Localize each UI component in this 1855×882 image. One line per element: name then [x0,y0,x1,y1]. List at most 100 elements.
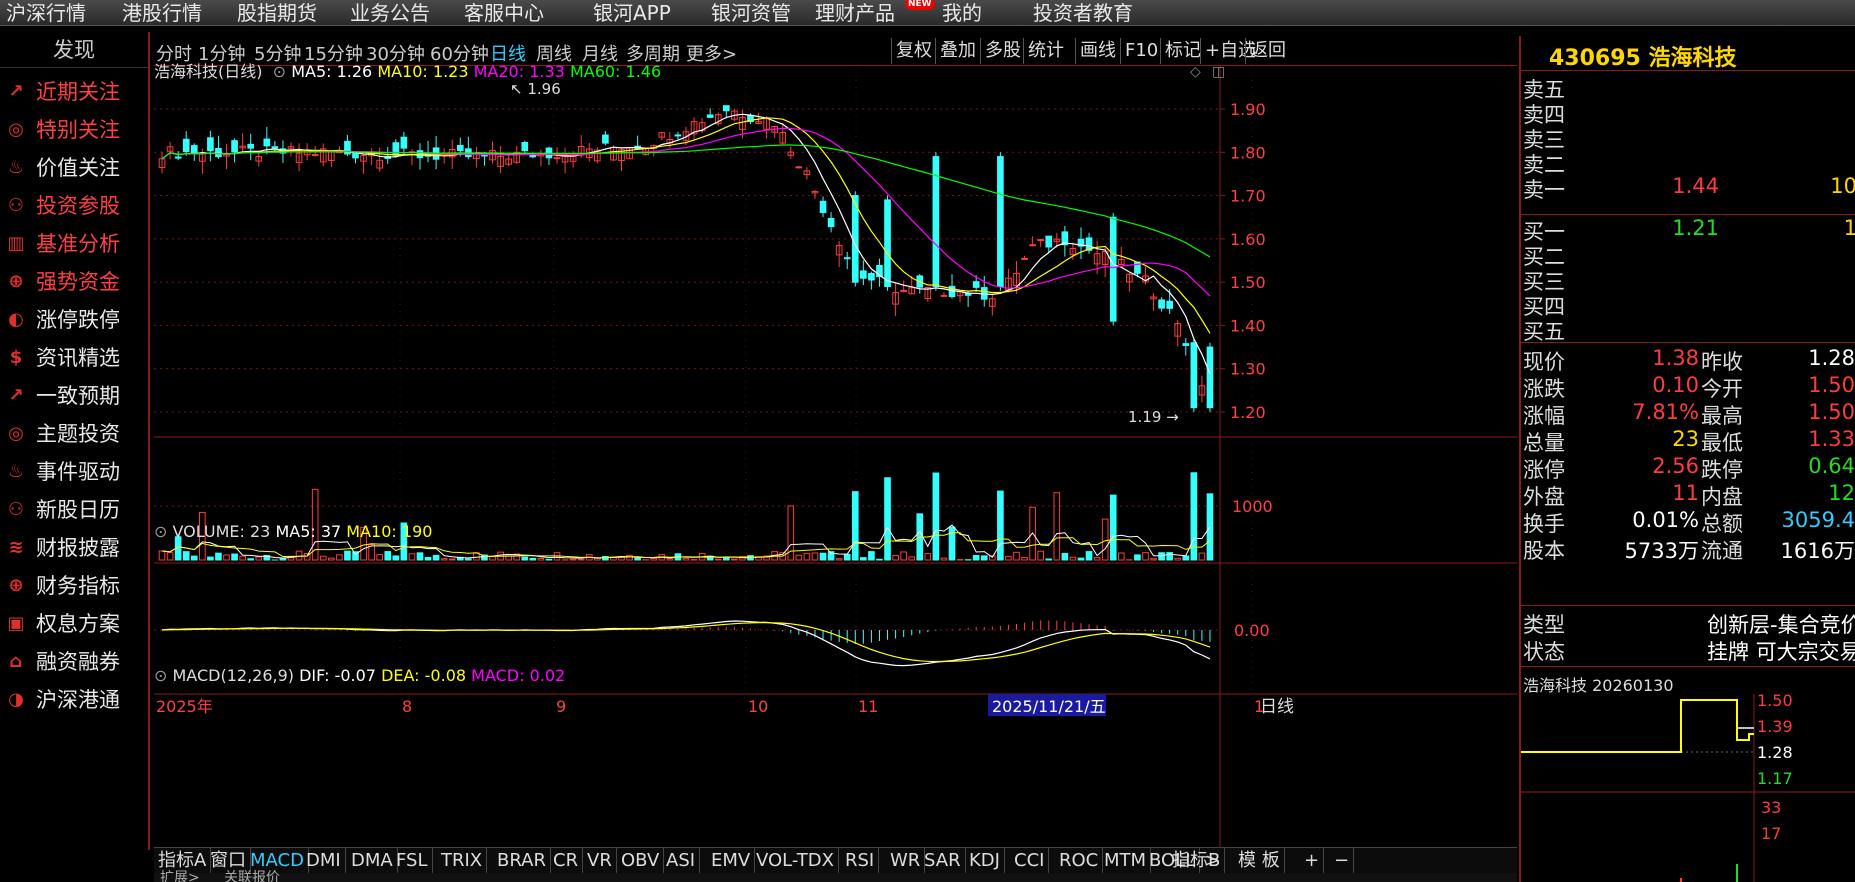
diamond-icon[interactable]: ◇ [1190,64,1201,80]
period-tab-10[interactable]: 更多> [686,40,737,66]
indicator-tab-6[interactable]: TRIX [437,848,488,874]
sidebar-item-6[interactable]: ◐ 涨停跌停 [0,300,150,340]
indicator-tab-25[interactable]: + [1300,848,1325,874]
sidebar-item-14[interactable]: ▣ 权息方案 [0,604,150,644]
indicator-tab-18[interactable]: CCI [1010,848,1050,874]
macd-settings-icon[interactable]: ⊙ [154,666,167,685]
volume-settings-icon[interactable]: ⊙ [154,522,167,541]
volume-bar [1021,557,1028,561]
intraday-mini-chart[interactable]: 1.50 1.39 1.28 1.17 33 17 [1521,664,1855,882]
sidebar-item-7[interactable]: $ 资讯精选 [0,338,150,378]
kline-chart-svg[interactable]: 1.90 1.80 1.70 1.60 1.50 1.40 1.30 1.20 1000 0.00… [154,64,1517,850]
top-menu-8[interactable]: 我的 [942,0,982,26]
panel-toggle-icon[interactable]: ◫ [1212,64,1225,80]
sidebar-item-9[interactable]: ◎ 主题投资 [0,414,150,454]
indicator-tab-14[interactable]: RSI [841,848,880,874]
stat-label-left: 股本 [1523,539,1565,563]
top-menu-3[interactable]: 业务公告 [350,0,430,26]
top-menu-9[interactable]: 投资者教育 [1033,0,1133,26]
volume-bar [1037,550,1045,561]
top-menu-1[interactable]: 港股行情 [122,0,202,26]
extend-tab[interactable]: 扩展> [160,867,200,882]
volume-bar [835,558,843,561]
volume-bar [1077,557,1085,561]
indicator-tab-20[interactable]: MTM [1100,848,1152,874]
sidebar-item-label: 财报披露 [36,536,120,560]
indicator-tab-5[interactable]: FSL [392,848,433,874]
sidebar-item-16[interactable]: ◑ 沪深港通 [0,680,150,720]
sidebar-item-1[interactable]: ◎ 特别关注 [0,110,150,150]
main-chart-legend: 浩海科技(日线) ⊙ MA5: 1.26 MA10: 1.23 MA20: 1.… [154,58,661,82]
sidebar-item-3[interactable]: ⚇ 投资参股 [0,186,150,226]
ask-row-4: 卖四 [1521,99,1855,127]
indicator-tab-10[interactable]: OBV [617,848,665,874]
indicator-tab-23[interactable]: 指标B [1168,848,1226,874]
sidebar-item-5[interactable]: ⊕ 强势资金 [0,262,150,302]
top-menu-6[interactable]: 银河资管 [711,0,791,26]
legend-settings-icon[interactable]: ⊙ [268,62,286,81]
toolbar-btn-6[interactable]: 标记 [1160,38,1205,64]
price-tick-label: 1.30 [1230,360,1266,379]
volume-bar [432,554,440,561]
toolbar-btn-2[interactable]: 多股 [980,38,1025,64]
indicator-tab-7[interactable]: BRAR [493,848,551,874]
volume-bar [948,526,956,561]
mini-price-label: 1.28 [1757,743,1793,762]
indicator-tab-9[interactable]: VR [583,848,617,874]
indicator-tab-24[interactable]: 模 板 [1234,848,1285,874]
indicator-tab-4[interactable]: DMA [347,848,398,874]
indicator-tab-13[interactable]: VOL-TDX [752,848,839,874]
sidebar-item-11[interactable]: ⚇ 新股日历 [0,490,150,530]
indicator-tab-26[interactable]: − [1330,848,1355,874]
sidebar-item-15[interactable]: ⌂ 融资融券 [0,642,150,682]
indicator-tab-17[interactable]: KDJ [965,848,1005,874]
macd-label: MACD(12,26,9) [172,666,295,685]
ma5-legend: MA5: 1.26 [291,62,373,81]
top-menu-4[interactable]: 客服中心 [464,0,544,26]
toolbar-btn-5[interactable]: F10 [1120,38,1162,64]
price-tick-label: 1.70 [1230,187,1266,206]
price-tick-label: 1.20 [1230,403,1266,422]
sidebar-item-0[interactable]: ↗ 近期关注 [0,72,150,112]
stat-row-6: 换手 0.01% 总额 3059.4 [1521,508,1855,536]
stat-row-1: 涨跌 0.10 今开 1.50 [1521,373,1855,401]
volume-bar [1069,556,1077,561]
sidebar-item-13[interactable]: ⊕ 财务指标 [0,566,150,606]
toolbar-btn-8[interactable]: 返回 [1245,38,1290,64]
sidebar-item-label: 财务指标 [36,574,120,598]
top-menu-2[interactable]: 股指期货 [237,0,317,26]
toolbar-btn-4[interactable]: 画线 [1075,38,1120,64]
ask-row-1: 卖一 1.44 10 [1521,174,1855,202]
toolbar-btn-1[interactable]: 叠加 [935,38,980,64]
toolbar-btn-3[interactable]: 统计 [1023,38,1068,64]
sidebar-item-12[interactable]: ≋ 财报披露 [0,528,150,568]
indicator-tab-12[interactable]: EMV [707,848,756,874]
indicator-tab-16[interactable]: SAR [920,848,966,874]
top-menu-7[interactable]: 理财产品 [815,0,895,26]
volume-bar [239,555,246,561]
volume-bar [1198,552,1206,561]
related-quote-tab[interactable]: 关联报价 [224,867,280,882]
candle-body [1045,235,1053,248]
top-menu-5[interactable]: 银河APP [593,0,671,26]
volume-bar [860,557,867,561]
sidebar-item-8[interactable]: ↗ 一致预期 [0,376,150,416]
indicator-tab-19[interactable]: ROC [1055,848,1104,874]
volume-bar [279,558,287,561]
sidebar-item-10[interactable]: ♨ 事件驱动 [0,452,150,492]
time-axis-label: 2025年 [156,697,213,716]
ask-label: 卖一 [1523,178,1565,202]
half-circle-icon: ◑ [8,689,24,710]
sidebar-item-2[interactable]: ♨ 价值关注 [0,148,150,188]
kline-chart-area[interactable]: 1.90 1.80 1.70 1.60 1.50 1.40 1.30 1.20 1000 0.00… [154,62,1517,850]
trend-icon: ↗ [8,81,24,102]
indicator-tab-8[interactable]: CR [549,848,584,874]
stat-value-left: 0.01% [1632,508,1699,532]
candle-body [263,138,271,147]
indicator-tab-3[interactable]: DMI [302,848,346,874]
sidebar-item-4[interactable]: ▥ 基准分析 [0,224,150,264]
indicator-tab-11[interactable]: ASI [662,848,701,874]
top-menu-0[interactable]: 沪深行情 [6,0,86,26]
toolbar-btn-0[interactable]: 复权 [891,38,936,64]
candle-body [481,154,488,157]
